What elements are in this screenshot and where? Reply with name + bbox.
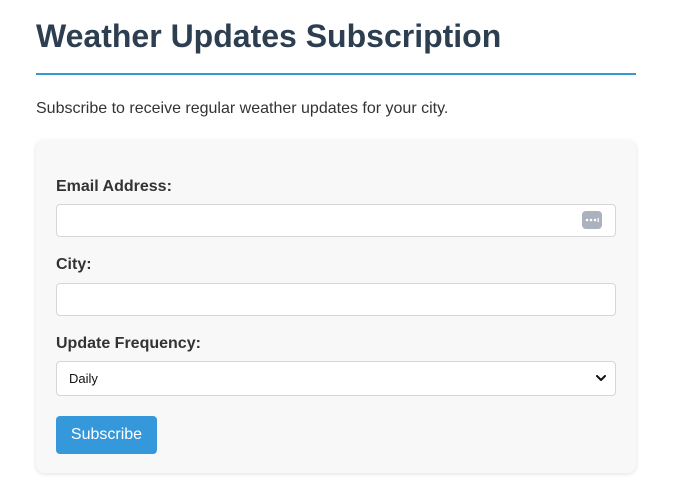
password-manager-icon[interactable] xyxy=(582,211,602,229)
frequency-label: Update Frequency: xyxy=(56,335,201,352)
chevron-down-icon xyxy=(595,373,607,385)
email-field[interactable] xyxy=(56,204,616,237)
intro-text: Subscribe to receive regular weather upd… xyxy=(36,100,449,117)
city-field[interactable] xyxy=(56,283,616,316)
email-label: Email Address: xyxy=(56,178,172,195)
frequency-select[interactable]: Daily xyxy=(56,361,616,396)
title-divider xyxy=(36,73,636,75)
city-label: City: xyxy=(56,256,92,273)
subscription-form: Email Address: City: Update Frequency: D… xyxy=(36,140,636,473)
dots-icon xyxy=(585,218,599,222)
subscribe-button[interactable]: Subscribe xyxy=(56,416,157,454)
page: Weather Updates Subscription Subscribe t… xyxy=(0,0,674,487)
frequency-selected-value: Daily xyxy=(69,371,98,386)
page-title: Weather Updates Subscription xyxy=(36,18,502,54)
